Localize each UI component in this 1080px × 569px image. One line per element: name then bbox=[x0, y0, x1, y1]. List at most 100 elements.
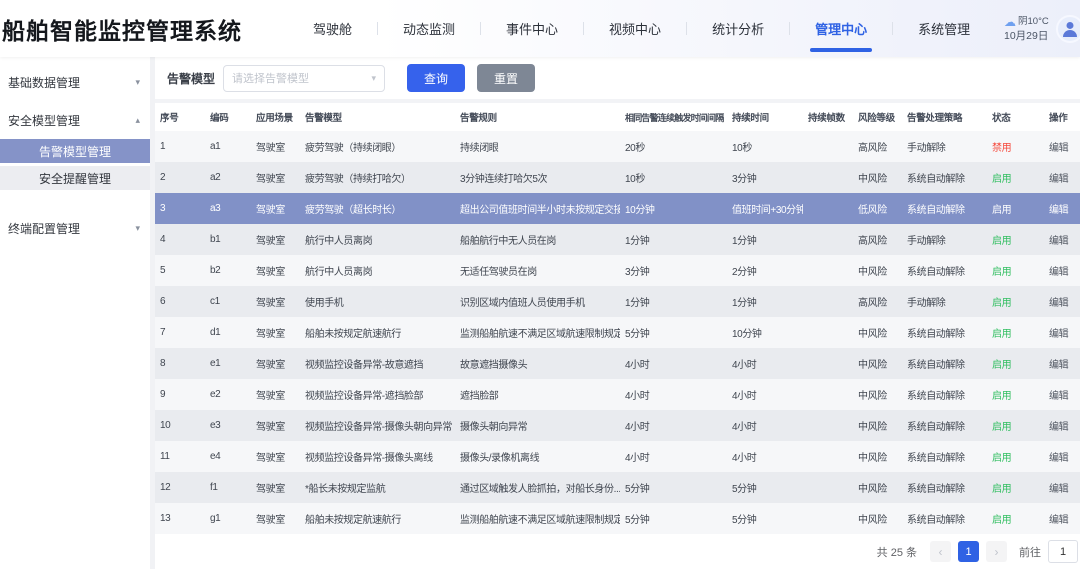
pagination: 共 25 条 ‹ 1 › 前往 bbox=[155, 534, 1080, 569]
cell-risk: 中风险 bbox=[853, 162, 902, 193]
nav-item-statistics[interactable]: 统计分析 bbox=[687, 0, 789, 57]
cell-action[interactable]: 编辑 bbox=[1044, 193, 1080, 224]
table-row[interactable]: 2a2驾驶室疲劳驾驶（持续打哈欠）3分钟连续打哈欠5次10秒3分钟中风险系统自动… bbox=[155, 162, 1080, 193]
sidebar: 基础数据管理 ▾ 安全模型管理 ▴ 告警模型管理 安全提醒管理 终端配置管理 ▾ bbox=[0, 57, 150, 569]
cell-risk: 中风险 bbox=[853, 348, 902, 379]
cell-strategy: 手动解除 bbox=[902, 131, 987, 162]
sidebar-item-label: 基础数据管理 bbox=[8, 74, 80, 91]
sidebar-item-basic-data[interactable]: 基础数据管理 ▾ bbox=[0, 63, 150, 101]
cell-action[interactable]: 编辑 bbox=[1044, 286, 1080, 317]
cell-status: 启用 bbox=[987, 317, 1044, 348]
cell-risk: 中风险 bbox=[853, 472, 902, 503]
page-number-button[interactable]: 1 bbox=[958, 541, 979, 562]
goto-page-input[interactable] bbox=[1048, 540, 1078, 563]
cell-status: 启用 bbox=[987, 193, 1044, 224]
nav-item-management-center[interactable]: 管理中心 bbox=[790, 0, 892, 57]
sidebar-item-alarm-model-management[interactable]: 告警模型管理 bbox=[0, 139, 150, 163]
nav-item-system-management[interactable]: 系统管理 bbox=[893, 0, 995, 57]
cell-action[interactable]: 编辑 bbox=[1044, 348, 1080, 379]
cell-frames bbox=[803, 193, 853, 224]
cell-interval: 3分钟 bbox=[620, 255, 727, 286]
cell-model: 疲劳驾驶（超长时长） bbox=[300, 193, 455, 224]
search-button[interactable]: 查询 bbox=[407, 64, 465, 92]
table-row[interactable]: 3a3驾驶室疲劳驾驶（超长时长）超出公司值班时间半小时未按规定交接10分钟值班时… bbox=[155, 193, 1080, 224]
sidebar-item-security-model[interactable]: 安全模型管理 ▴ bbox=[0, 101, 150, 139]
col-interval: 相同告警连续触发时间间隔 bbox=[620, 103, 727, 131]
cell-code: a2 bbox=[205, 162, 251, 193]
cell-status: 启用 bbox=[987, 224, 1044, 255]
cell-duration: 4小时 bbox=[727, 348, 803, 379]
cell-frames bbox=[803, 131, 853, 162]
cell-seq: 6 bbox=[155, 286, 205, 317]
nav-item-video-center[interactable]: 视频中心 bbox=[584, 0, 686, 57]
chevron-down-icon: ▾ bbox=[135, 77, 140, 88]
cell-action[interactable]: 编辑 bbox=[1044, 131, 1080, 162]
next-page-button[interactable]: › bbox=[986, 541, 1007, 562]
table-row[interactable]: 10e3驾驶室视频监控设备异常-摄像头朝向异常摄像头朝向异常4小时4小时中风险系… bbox=[155, 410, 1080, 441]
user-avatar-icon[interactable] bbox=[1056, 15, 1080, 43]
col-model: 告警模型 bbox=[300, 103, 455, 131]
cell-interval: 1分钟 bbox=[620, 286, 727, 317]
table-row[interactable]: 11e4驾驶室视频监控设备异常-摄像头离线摄像头/录像机离线4小时4小时中风险系… bbox=[155, 441, 1080, 472]
nav-item-cockpit[interactable]: 驾驶舱 bbox=[288, 0, 377, 57]
cell-risk: 高风险 bbox=[853, 131, 902, 162]
weather-date: 10月29日 bbox=[1004, 29, 1049, 42]
cell-frames bbox=[803, 472, 853, 503]
cell-risk: 中风险 bbox=[853, 255, 902, 286]
weather-condition: 阴10°C bbox=[1018, 16, 1049, 28]
prev-page-button[interactable]: ‹ bbox=[930, 541, 951, 562]
cell-action[interactable]: 编辑 bbox=[1044, 441, 1080, 472]
table-row[interactable]: 5b2驾驶室航行中人员离岗无适任驾驶员在岗3分钟2分钟中风险系统自动解除启用编辑 bbox=[155, 255, 1080, 286]
table-row[interactable]: 4b1驾驶室航行中人员离岗船舶航行中无人员在岗1分钟1分钟高风险手动解除启用编辑 bbox=[155, 224, 1080, 255]
filter-label: 告警模型 bbox=[167, 70, 215, 87]
cell-strategy: 系统自动解除 bbox=[902, 441, 987, 472]
cell-frames bbox=[803, 317, 853, 348]
cell-action[interactable]: 编辑 bbox=[1044, 162, 1080, 193]
cell-action[interactable]: 编辑 bbox=[1044, 472, 1080, 503]
cell-interval: 1分钟 bbox=[620, 224, 727, 255]
cell-action[interactable]: 编辑 bbox=[1044, 379, 1080, 410]
sidebar-item-terminal-config[interactable]: 终端配置管理 ▾ bbox=[0, 209, 150, 247]
cell-scene: 驾驶室 bbox=[251, 348, 300, 379]
cell-strategy: 系统自动解除 bbox=[902, 193, 987, 224]
cell-status: 启用 bbox=[987, 472, 1044, 503]
cell-rule: 通过区域触发人脸抓拍，对船长身份... bbox=[455, 472, 620, 503]
cell-action[interactable]: 编辑 bbox=[1044, 255, 1080, 286]
table-row[interactable]: 6c1驾驶室使用手机识别区域内值班人员使用手机1分钟1分钟高风险手动解除启用编辑 bbox=[155, 286, 1080, 317]
table-row[interactable]: 12f1驾驶室*船长未按规定监航通过区域触发人脸抓拍，对船长身份...5分钟5分… bbox=[155, 472, 1080, 503]
alarm-model-select[interactable]: 请选择告警模型 ▾ bbox=[223, 65, 385, 92]
col-frames: 持续帧数 bbox=[803, 103, 853, 131]
cell-seq: 8 bbox=[155, 348, 205, 379]
cell-risk: 低风险 bbox=[853, 193, 902, 224]
cell-frames bbox=[803, 503, 853, 534]
col-strategy: 告警处理策略 bbox=[902, 103, 987, 131]
cell-status: 启用 bbox=[987, 503, 1044, 534]
cell-seq: 11 bbox=[155, 441, 205, 472]
cell-risk: 中风险 bbox=[853, 441, 902, 472]
sidebar-item-label: 终端配置管理 bbox=[8, 220, 80, 237]
cell-seq: 13 bbox=[155, 503, 205, 534]
cell-duration: 3分钟 bbox=[727, 162, 803, 193]
nav-item-dynamic-monitor[interactable]: 动态监测 bbox=[378, 0, 480, 57]
cell-duration: 5分钟 bbox=[727, 472, 803, 503]
cell-action[interactable]: 编辑 bbox=[1044, 224, 1080, 255]
cell-model: 视频监控设备异常-摄像头朝向异常 bbox=[300, 410, 455, 441]
cell-action[interactable]: 编辑 bbox=[1044, 503, 1080, 534]
table-row[interactable]: 1a1驾驶室疲劳驾驶（持续闭眼）持续闭眼20秒10秒高风险手动解除禁用编辑 bbox=[155, 131, 1080, 162]
cell-interval: 4小时 bbox=[620, 410, 727, 441]
table-row[interactable]: 7d1驾驶室船舶未按规定航速航行监测船舶航速不满足区域航速限制规定5分钟10分钟… bbox=[155, 317, 1080, 348]
table-row[interactable]: 13g1驾驶室船舶未按规定航速航行监测船舶航速不满足区域航速限制规定5分钟5分钟… bbox=[155, 503, 1080, 534]
cell-rule: 船舶航行中无人员在岗 bbox=[455, 224, 620, 255]
reset-button[interactable]: 重置 bbox=[477, 64, 535, 92]
table-row[interactable]: 9e2驾驶室视频监控设备异常-遮挡脸部遮挡脸部4小时4小时中风险系统自动解除启用… bbox=[155, 379, 1080, 410]
table-row[interactable]: 8e1驾驶室视频监控设备异常-故意遮挡故意遮挡摄像头4小时4小时中风险系统自动解… bbox=[155, 348, 1080, 379]
cell-interval: 4小时 bbox=[620, 348, 727, 379]
cell-action[interactable]: 编辑 bbox=[1044, 317, 1080, 348]
sidebar-item-safety-reminder-management[interactable]: 安全提醒管理 bbox=[0, 166, 150, 190]
cell-action[interactable]: 编辑 bbox=[1044, 410, 1080, 441]
nav-item-event-center[interactable]: 事件中心 bbox=[481, 0, 583, 57]
cell-scene: 驾驶室 bbox=[251, 131, 300, 162]
cell-duration: 4小时 bbox=[727, 441, 803, 472]
cell-interval: 4小时 bbox=[620, 441, 727, 472]
cell-risk: 高风险 bbox=[853, 224, 902, 255]
